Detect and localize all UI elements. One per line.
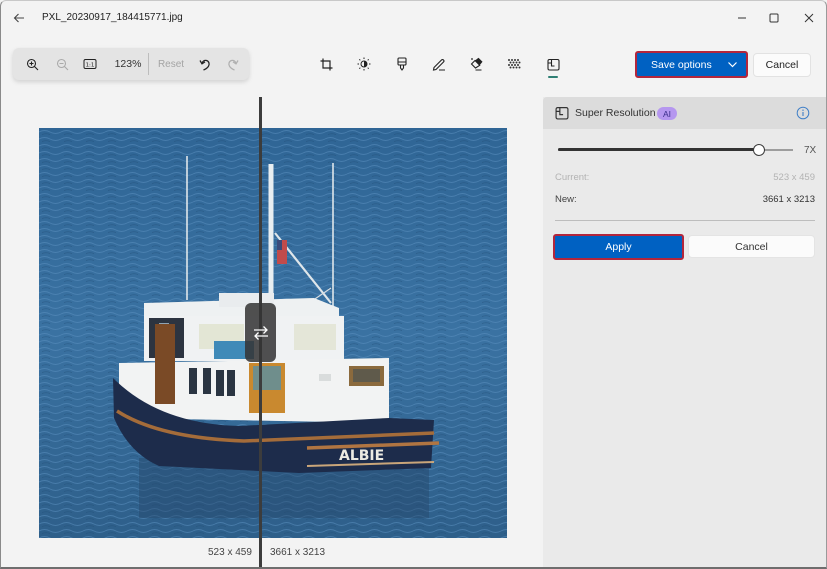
cancel-button[interactable]: Cancel xyxy=(753,53,811,77)
close-button[interactable] xyxy=(796,7,822,29)
new-size-value: 3661 x 3213 xyxy=(762,194,815,205)
boat-name-text: ALBIE xyxy=(339,448,384,464)
slider-fill xyxy=(558,148,759,151)
new-size-label: New: xyxy=(555,194,577,205)
tool-adjustment[interactable] xyxy=(354,54,374,74)
tool-background-blur[interactable] xyxy=(504,54,524,74)
save-options-label: Save options xyxy=(651,59,712,71)
save-options-button[interactable]: Save options xyxy=(635,51,748,78)
undo-button[interactable] xyxy=(197,54,213,74)
zoom-toolbar: 1:1 123% Reset xyxy=(13,48,249,80)
zoom-in-button[interactable] xyxy=(23,54,41,74)
panel-title: Super Resolution xyxy=(575,107,656,119)
brightness-icon xyxy=(357,57,371,71)
maximize-button[interactable] xyxy=(761,7,787,29)
panel-header: Super Resolution AI xyxy=(543,97,826,129)
tool-super-resolution[interactable] xyxy=(543,54,563,74)
undo-icon xyxy=(199,59,210,71)
filter-icon xyxy=(397,57,407,71)
tool-crop[interactable] xyxy=(316,54,336,74)
back-button[interactable] xyxy=(9,8,29,28)
apply-button[interactable]: Apply xyxy=(553,234,684,260)
scale-slider[interactable] xyxy=(558,143,793,157)
original-size-label: 523 x 459 xyxy=(208,547,252,558)
zoom-out-icon xyxy=(56,58,68,70)
info-icon[interactable] xyxy=(796,106,810,120)
window-title: PXL_20230917_184415771.jpg xyxy=(42,12,183,23)
blur-icon xyxy=(508,59,521,69)
maximize-icon xyxy=(769,13,779,23)
scale-value: 7X xyxy=(804,145,817,156)
new-size-label: 3661 x 3213 xyxy=(270,547,326,558)
toolbar-divider xyxy=(148,53,149,75)
pen-icon xyxy=(432,59,445,71)
ai-badge: AI xyxy=(657,107,677,120)
tool-filter[interactable] xyxy=(392,54,412,74)
panel-divider xyxy=(555,220,815,221)
panel-cancel-button[interactable]: Cancel xyxy=(688,235,815,258)
current-size-label: Current: xyxy=(555,172,590,183)
minimize-button[interactable] xyxy=(729,7,755,29)
zoom-level: 123% xyxy=(114,58,142,70)
swap-arrows-icon xyxy=(253,325,268,340)
photos-app-window: PXL_20230917_184415771.jpg 1:1 123% Rese… xyxy=(0,0,827,569)
active-tool-indicator xyxy=(548,76,558,78)
crop-icon xyxy=(320,58,332,70)
zoom-out-button[interactable] xyxy=(53,54,71,74)
current-size-value: 523 x 459 xyxy=(773,172,815,183)
actual-size-button[interactable]: 1:1 xyxy=(81,54,99,74)
minimize-icon xyxy=(738,17,746,19)
super-resolution-icon xyxy=(555,107,569,120)
image-canvas: ALBIE 523 x 459 3661 x 3213 xyxy=(1,97,543,567)
reset-button[interactable]: Reset xyxy=(157,54,185,74)
redo-button[interactable] xyxy=(225,54,241,74)
slider-thumb[interactable] xyxy=(753,144,765,156)
zoom-in-icon xyxy=(26,58,38,70)
chevron-down-icon[interactable] xyxy=(727,59,738,70)
arrow-left-icon xyxy=(13,13,24,23)
title-bar: PXL_20230917_184415771.jpg xyxy=(1,1,826,35)
super-resolution-panel: Super Resolution AI 7X Current: 523 x 45… xyxy=(543,97,826,567)
tool-erase[interactable] xyxy=(467,54,487,74)
svg-text:1:1: 1:1 xyxy=(86,63,95,69)
close-icon xyxy=(804,13,814,23)
eraser-icon xyxy=(470,57,483,71)
super-resolution-icon xyxy=(546,58,560,71)
redo-icon xyxy=(228,59,239,71)
compare-handle[interactable] xyxy=(245,303,276,362)
actual-size-icon: 1:1 xyxy=(83,59,97,69)
tool-markup[interactable] xyxy=(429,54,449,74)
